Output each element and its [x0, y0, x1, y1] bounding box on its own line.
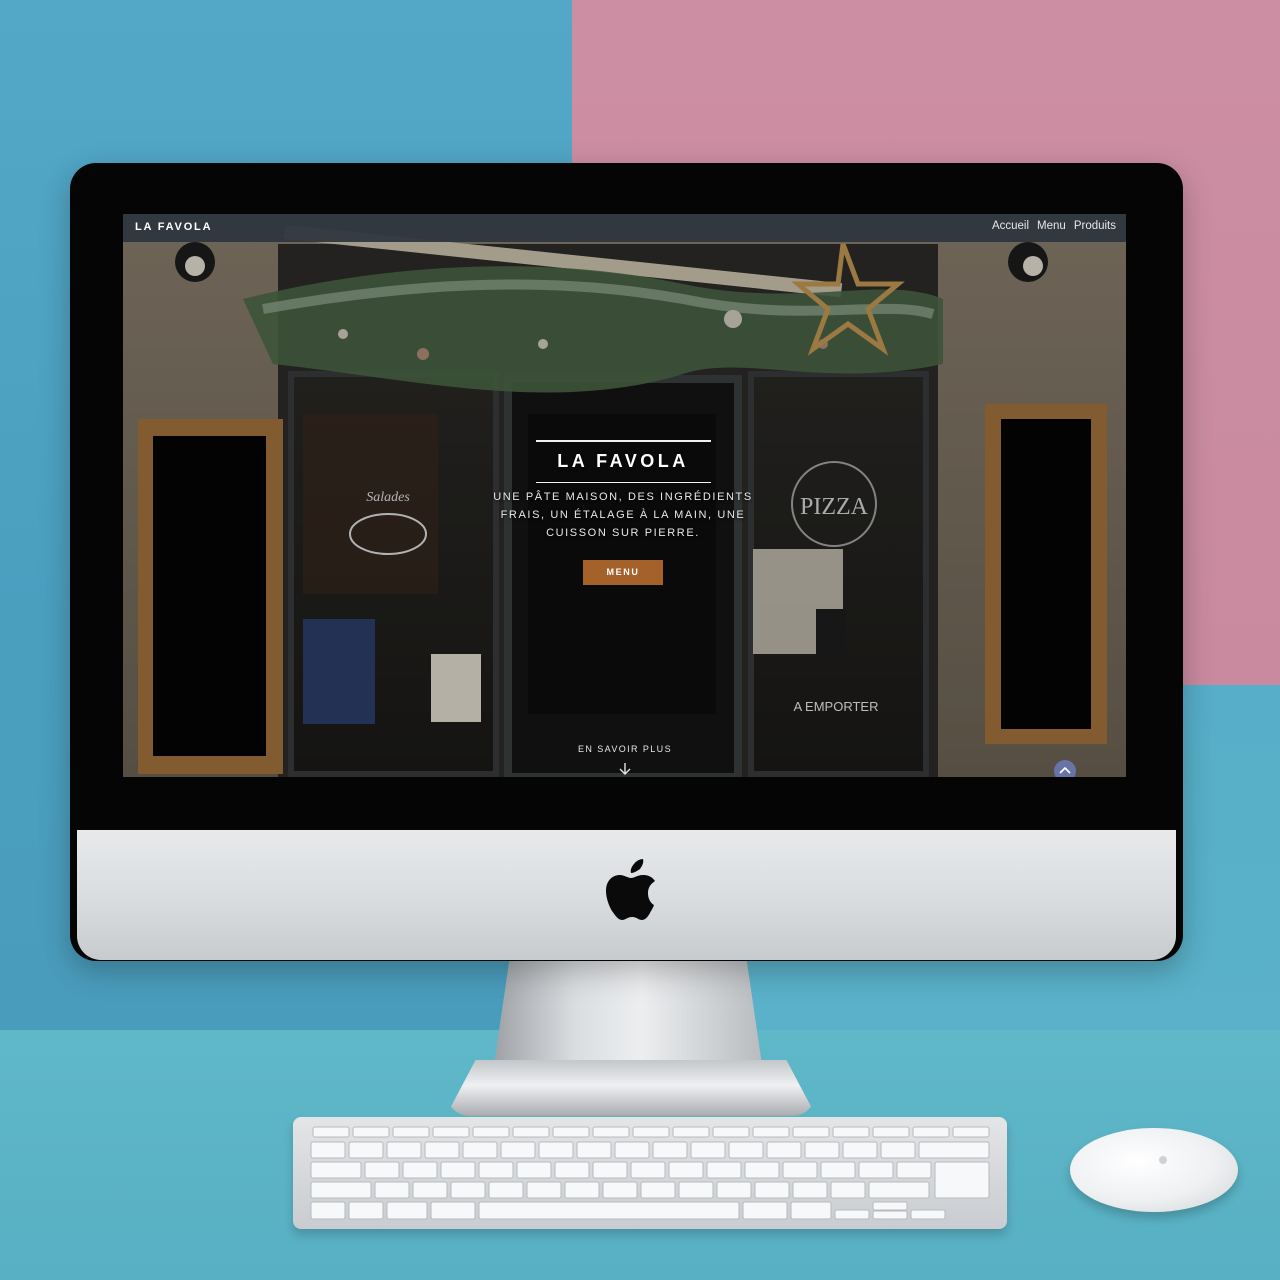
nav-link-produits[interactable]: Produits — [1074, 220, 1116, 232]
scroll-to-top-button[interactable] — [1054, 760, 1076, 777]
hero-title: LA FAVOLA — [557, 450, 689, 471]
learn-more-label: EN SAVOIR PLUS — [578, 744, 672, 754]
hero-tagline: UNE PÂTE MAISON, DES INGRÉDIENTS FRAIS, … — [493, 491, 753, 539]
screen: PIZZA Salades A EMPORTER LA FAVOLA Accue… — [123, 214, 1126, 777]
keyboard — [293, 1117, 1007, 1229]
key-row-2 — [310, 1141, 990, 1159]
hero-rule-top — [535, 440, 711, 442]
nav-link-accueil[interactable]: Accueil — [992, 220, 1029, 232]
key-row-5 — [310, 1201, 946, 1220]
imac-stand — [494, 955, 762, 1065]
nav-link-menu[interactable]: Menu — [1037, 220, 1066, 232]
key-row-1 — [312, 1126, 990, 1138]
site-navbar: LA FAVOLA Accueil Menu Produits — [123, 214, 1126, 242]
hero-section: LA FAVOLA UNE PÂTE MAISON, DES INGRÉDIEN… — [473, 440, 773, 585]
imac-stand-foot — [446, 1060, 816, 1116]
keyboard-keys — [310, 1126, 990, 1220]
apple-logo-icon — [606, 859, 655, 920]
arrow-down-icon — [619, 763, 631, 775]
key-row-4 — [310, 1181, 930, 1199]
site-brand[interactable]: LA FAVOLA — [135, 221, 212, 233]
mouse — [1070, 1128, 1238, 1212]
hero-rule-bottom — [535, 481, 711, 483]
menu-button[interactable]: MENU — [583, 560, 663, 585]
learn-more-link[interactable]: EN SAVOIR PLUS — [555, 744, 695, 776]
nav-links: Accueil Menu Produits — [992, 220, 1116, 232]
apple-logo-icon — [1159, 1156, 1167, 1164]
chevron-up-icon — [1059, 766, 1071, 774]
